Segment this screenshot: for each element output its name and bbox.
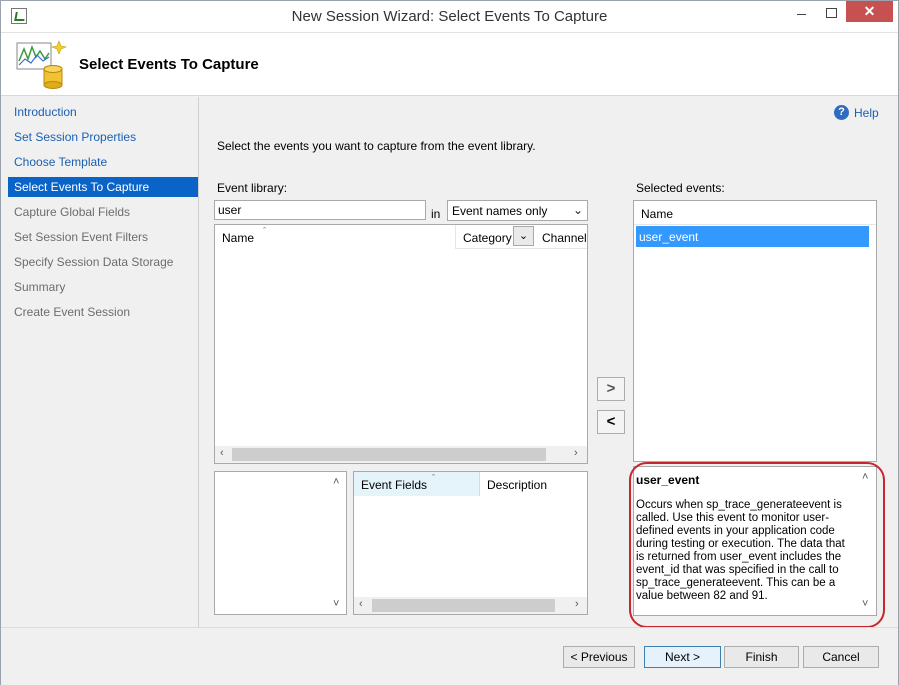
selected-events-label: Selected events: (636, 181, 725, 195)
grid-header: Name ˆ Category ⌄ Channel (215, 225, 587, 249)
title-bar: New Session Wizard: Select Events To Cap… (1, 1, 898, 33)
maximize-button[interactable] (816, 1, 846, 25)
header-title: Select Events To Capture (79, 56, 259, 73)
event-fields-grid[interactable]: Event Fields ˆ Description ‹ › (353, 471, 588, 615)
help-icon[interactable]: ? (834, 105, 849, 120)
scroll-thumb[interactable] (232, 448, 546, 461)
scroll-left-icon[interactable]: ‹ (359, 598, 363, 610)
chevron-down-icon: ⌄ (572, 203, 583, 217)
event-category-panel[interactable]: ˄ ˅ (214, 471, 347, 615)
cancel-button[interactable]: Cancel (803, 646, 879, 668)
wizard-footer: < Previous Next > Finish Cancel (1, 627, 898, 685)
sort-ascending-icon: ˆ (432, 473, 435, 483)
session-chart-icon (16, 40, 67, 89)
nav-item-specify-data-storage: Specify Session Data Storage (14, 255, 174, 269)
column-category-header[interactable]: Category (455, 225, 513, 249)
column-description-header[interactable]: Description (480, 472, 587, 496)
selected-events-list[interactable]: Name user_event (633, 200, 877, 462)
nav-item-set-session-properties[interactable]: Set Session Properties (8, 127, 198, 147)
selected-event-row[interactable]: user_event (636, 226, 869, 247)
annotation-highlight (629, 462, 885, 628)
scroll-thumb[interactable] (372, 599, 555, 612)
event-library-grid[interactable]: Name ˆ Category ⌄ Channel ‹ › (214, 224, 588, 464)
finish-button[interactable]: Finish (724, 646, 799, 668)
window-title: New Session Wizard: Select Events To Cap… (291, 8, 608, 25)
library-horizontal-scrollbar[interactable]: ‹ › (215, 446, 587, 463)
search-scope-value: Event names only (452, 204, 548, 218)
nav-item-choose-template[interactable]: Choose Template (8, 152, 198, 172)
in-label: in (431, 207, 441, 221)
wizard-header: Select Events To Capture (1, 33, 898, 96)
scroll-right-icon[interactable]: › (574, 447, 578, 459)
column-name-header[interactable]: Name (215, 225, 455, 249)
nav-item-set-session-event-filters: Set Session Event Filters (14, 230, 149, 244)
close-button[interactable]: ✕ (846, 1, 893, 22)
add-event-button[interactable]: > (597, 377, 625, 401)
fields-horizontal-scrollbar[interactable]: ‹ › (354, 597, 587, 614)
category-filter-dropdown[interactable]: ⌄ (513, 226, 534, 246)
nav-item-create-event-session: Create Event Session (14, 305, 131, 319)
remove-event-button[interactable]: < (597, 410, 625, 434)
sort-ascending-icon: ˆ (263, 226, 266, 236)
chevron-down-icon: ⌄ (518, 230, 529, 242)
minimize-button[interactable] (786, 1, 816, 25)
previous-button[interactable]: < Previous (563, 646, 635, 668)
event-library-label: Event library: (217, 181, 288, 195)
nav-item-summary: Summary (14, 280, 66, 294)
wizard-nav: Introduction Set Session Properties Choo… (1, 97, 199, 685)
wizard-content: ? Help Select the events you want to cap… (200, 97, 898, 628)
column-selected-name-header[interactable]: Name (634, 201, 876, 225)
nav-item-introduction[interactable]: Introduction (8, 102, 198, 122)
nav-item-select-events[interactable]: Select Events To Capture (8, 177, 198, 197)
scroll-down-icon[interactable]: ˅ (333, 598, 339, 610)
next-button[interactable]: Next > (644, 646, 721, 668)
wizard-window: New Session Wizard: Select Events To Cap… (0, 0, 899, 685)
event-search-input[interactable]: user (214, 200, 426, 220)
column-channel-header[interactable]: Channel (535, 225, 587, 249)
scroll-right-icon[interactable]: › (575, 598, 579, 610)
instruction-text: Select the events you want to capture fr… (217, 139, 536, 153)
nav-item-capture-global-fields: Capture Global Fields (14, 205, 131, 219)
scroll-left-icon[interactable]: ‹ (220, 447, 224, 459)
help-link[interactable]: Help (854, 106, 879, 120)
scroll-up-icon[interactable]: ˄ (333, 476, 339, 488)
search-scope-select[interactable]: Event names only ⌄ (447, 200, 588, 221)
column-event-fields-header[interactable]: Event Fields (354, 472, 480, 496)
